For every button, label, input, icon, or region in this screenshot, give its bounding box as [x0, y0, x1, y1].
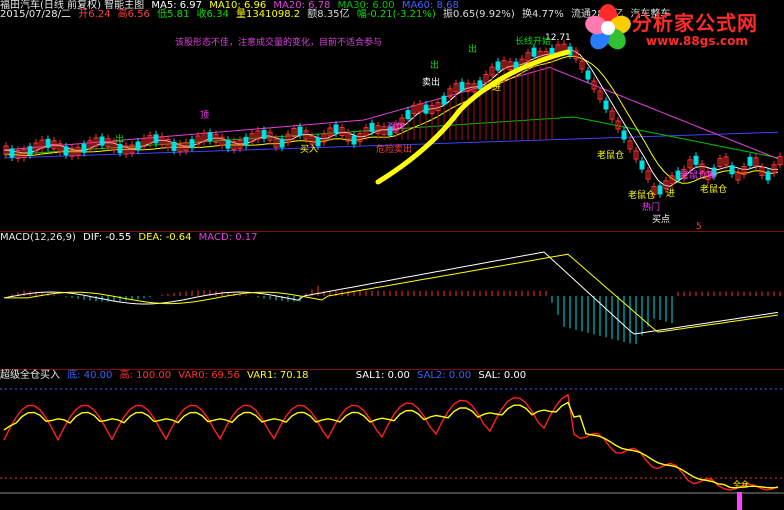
- candle-body: [171, 141, 177, 151]
- candle-body: [369, 122, 375, 132]
- signal-label: 出: [430, 59, 439, 71]
- candle-body: [117, 144, 123, 154]
- logo-title: 分析家公式网: [632, 11, 758, 35]
- low-value: 低5.81: [157, 9, 190, 20]
- candle-body: [495, 61, 501, 71]
- chart-canvas: 12.715长线开始出出出卖出买入 危险卖出老鼠仓老鼠仓库老鼠仓老鼠仓热门买点进进…: [0, 33, 784, 510]
- signal-label: 老鼠仓库: [680, 169, 716, 181]
- candle-body: [423, 104, 429, 114]
- candle-body: [639, 160, 645, 170]
- candle-body: [27, 146, 33, 156]
- signal-label: 进: [666, 188, 675, 199]
- open-value: 开6.24: [78, 9, 111, 20]
- candle-body: [351, 135, 357, 145]
- candle-body: [459, 81, 465, 91]
- candle-body: [261, 129, 267, 139]
- osc-high-value: 高: 100.00: [119, 370, 172, 381]
- candle-body: [531, 47, 537, 57]
- candle-body: [765, 171, 771, 181]
- candle-body: [405, 110, 411, 120]
- signal-label: 热门: [642, 201, 660, 213]
- oscillator-header: 超级全仓买入 底: 40.00 高: 100.00 VAR0: 69.56 VA…: [0, 370, 530, 381]
- candle-body: [585, 70, 591, 80]
- amplitude-value: 振0.65(9.92%): [442, 9, 515, 20]
- price-panel: 12.715长线开始出出出卖出买入 危险卖出老鼠仓老鼠仓库老鼠仓老鼠仓热门买点进进…: [3, 33, 783, 232]
- sal1-value: SAL1: 0.00: [355, 370, 410, 381]
- oscillator-indicator-name[interactable]: 超级全仓买入: [0, 370, 60, 381]
- signal-label: 长线开始: [515, 35, 551, 47]
- dif-line: [3, 251, 779, 335]
- site-logo: 分析家公式网 www.88gs.com: [584, 4, 780, 52]
- candle-body: [621, 130, 627, 140]
- candle-body: [225, 139, 231, 149]
- signal-label: 老鼠仓: [700, 183, 727, 195]
- var1-value: VAR1: 70.18: [247, 370, 309, 381]
- signal-label: 卖出: [422, 76, 440, 88]
- var0-line: [3, 393, 779, 491]
- macd-panel: [3, 251, 781, 345]
- signal-label: 买点: [652, 214, 670, 225]
- candle-body: [207, 132, 213, 142]
- signal-label: 危险卖出: [376, 143, 412, 155]
- analysis-note: 该股形态不佳，注意成交量的变化，目前不适合参与: [175, 38, 383, 48]
- candle-body: [729, 165, 735, 175]
- amount-value: 额8.35亿: [307, 9, 350, 20]
- candle-body: [603, 100, 609, 110]
- candle-body: [81, 143, 87, 153]
- logo-url: www.88gs.com: [646, 34, 748, 48]
- candle-body: [243, 136, 249, 146]
- turnover-value: 换4.77%: [522, 9, 564, 20]
- header-line-2: 2015/07/28/二 开6.24 高6.56 低5.81 收6.34 量13…: [0, 9, 674, 20]
- signal-label: 全仓: [733, 479, 749, 489]
- dea-value: DEA: -0.64: [138, 232, 192, 243]
- osc-low-value: 底: 40.00: [67, 370, 113, 381]
- macd-indicator-name[interactable]: MACD(12,26,9): [0, 232, 76, 243]
- change-value: 幅-0.21(-3.21%): [356, 9, 436, 20]
- flower-icon: [585, 4, 631, 50]
- dea-line: [4, 253, 779, 333]
- sal2-value: SAL2: 0.00: [417, 370, 472, 381]
- macd-value: MACD: 0.17: [198, 232, 258, 243]
- signal-label: 买入: [300, 144, 318, 155]
- close-value: 收6.34: [196, 9, 229, 20]
- volume-value: 量1341098.2: [236, 9, 301, 20]
- candle-body: [477, 80, 483, 90]
- macd-header: MACD(12,26,9) DIF: -0.55 DEA: -0.64 MACD…: [0, 232, 261, 243]
- candle-body: [441, 95, 447, 105]
- high-value: 高6.56: [117, 9, 150, 20]
- ma10-line: [3, 55, 779, 184]
- var1-line: [3, 401, 779, 489]
- candle-body: [657, 185, 663, 195]
- candle-body: [747, 156, 753, 166]
- candle-body: [333, 124, 339, 134]
- candle-body: [135, 141, 141, 151]
- candle-body: [279, 138, 285, 148]
- bar-date: 2015/07/28/二: [0, 9, 72, 20]
- signal-bar: [737, 492, 742, 510]
- candle-body: [99, 136, 105, 146]
- signal-label: 强势: [387, 121, 405, 133]
- var0-value: VAR0: 69.56: [178, 370, 240, 381]
- candle-body: [693, 155, 699, 165]
- candle-body: [45, 138, 51, 148]
- candle-body: [9, 148, 15, 158]
- candle-body: [189, 139, 195, 149]
- signal-label: 出: [115, 133, 124, 145]
- candle-body: [153, 134, 159, 144]
- dif-value: DIF: -0.55: [83, 232, 132, 243]
- signal-label: 老鼠仓: [597, 149, 624, 161]
- candle-body: [297, 126, 303, 136]
- signal-label: 老鼠仓: [628, 189, 655, 201]
- oscillator-panel: 全仓: [0, 388, 784, 510]
- candle-body: [63, 146, 69, 156]
- signal-label: 出: [468, 43, 477, 55]
- ma5-line: [3, 49, 779, 187]
- signal-label: 进: [492, 82, 501, 93]
- sal-value: SAL: 0.00: [478, 370, 527, 381]
- signal-label: 顶: [200, 110, 209, 121]
